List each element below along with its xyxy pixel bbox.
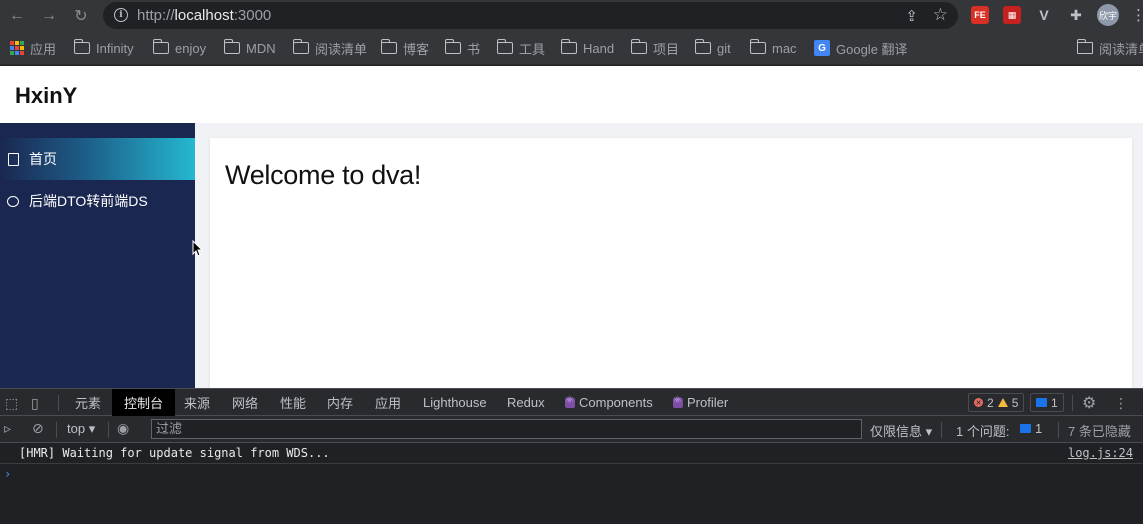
page-title: Welcome to dva! [225, 160, 422, 190]
log-levels-select[interactable]: 仅限信息 ▾ [870, 421, 932, 440]
browser-toolbar: ← → ↻ i http://localhost:3000 ⇪ ☆ FE ▦ V… [0, 0, 1143, 31]
message-counter[interactable]: 1 [1030, 393, 1064, 412]
console-filter-input[interactable]: 过滤 [151, 419, 862, 439]
extensions-puzzle-icon[interactable]: ✚ [1067, 6, 1085, 24]
hidden-count: 7 条已隐藏 [1068, 424, 1131, 439]
address-bar[interactable]: i http://localhost:3000 ⇪ ☆ [103, 2, 958, 29]
content-card: Welcome to dva! [210, 138, 1132, 388]
bookmark-google-translate[interactable]: G Google 翻译 [814, 39, 908, 57]
react-icon [673, 395, 683, 408]
mouse-cursor-icon [192, 240, 204, 257]
devtools-menu-icon[interactable]: ⋮ [1114, 395, 1128, 412]
inspect-element-icon[interactable]: ⬚ [5, 395, 18, 412]
back-icon[interactable]: ← [6, 5, 28, 27]
issue-counter[interactable]: ✕ 2 5 [968, 393, 1025, 412]
sidebar-item-home[interactable]: 首页 [0, 138, 195, 180]
tab-network[interactable]: 网络 [220, 389, 270, 416]
folder-icon [749, 39, 766, 54]
folder-icon [630, 39, 647, 54]
live-expression-eye-icon[interactable]: ◉ [117, 420, 129, 437]
google-translate-icon: G [814, 40, 830, 56]
reading-list-icon [1076, 39, 1093, 54]
sidebar-item-label: 首页 [29, 151, 57, 167]
reading-list-button[interactable]: 阅读清单 [1076, 39, 1143, 57]
context-select[interactable]: top ▾ [67, 421, 95, 437]
tab-memory[interactable]: 内存 [315, 389, 365, 416]
tab-elements[interactable]: 元素 [63, 389, 113, 416]
console-message-text: [HMR] Waiting for update signal from WDS… [19, 446, 330, 460]
bookmark-reading-list-folder[interactable]: 阅读清单 [292, 39, 367, 57]
folder-icon [292, 39, 309, 54]
console-source-link[interactable]: log.js:24 [1068, 446, 1133, 460]
bookmark-enjoy[interactable]: enjoy [152, 39, 206, 57]
bookmarks-bar: 应用 Infinity enjoy MDN 阅读清单 博客 书 工具 Hand … [0, 31, 1143, 65]
site-info-icon[interactable]: i [114, 8, 128, 22]
error-icon: ✕ [974, 398, 983, 407]
folder-icon [694, 39, 711, 54]
bookmark-git[interactable]: git [694, 39, 731, 57]
console-message: [HMR] Waiting for update signal from WDS… [0, 443, 1143, 464]
bookmark-star-icon[interactable]: ☆ [933, 5, 948, 25]
tab-profiler[interactable]: Profiler [661, 389, 740, 416]
apps-grid-icon [10, 41, 24, 55]
sidebar-item-label: 后端DTO转前端DS [29, 193, 148, 209]
share-icon[interactable]: ⇪ [905, 7, 918, 25]
bookmark-tools[interactable]: 工具 [496, 39, 545, 57]
console-prompt[interactable]: › [4, 467, 11, 481]
message-icon [1020, 424, 1031, 433]
tab-console[interactable]: 控制台 [112, 389, 176, 416]
folder-icon [560, 39, 577, 54]
tab-performance[interactable]: 性能 [268, 389, 318, 416]
tab-lighthouse[interactable]: Lighthouse [411, 389, 499, 416]
react-icon [565, 395, 575, 408]
issues-label[interactable]: 1 个问题: [956, 421, 1009, 440]
brand-logo[interactable]: HxinY [15, 83, 77, 109]
bookmark-book[interactable]: 书 [444, 39, 480, 57]
folder-icon [223, 39, 240, 54]
chrome-menu-icon[interactable]: ⋮ [1131, 6, 1143, 24]
message-icon [1036, 398, 1047, 407]
clear-console-icon[interactable]: ⊘ [32, 420, 44, 437]
bookmark-apps[interactable]: 应用 [10, 39, 56, 57]
profile-avatar[interactable]: 欣宇 [1097, 4, 1119, 26]
bookmark-infinity[interactable]: Infinity [73, 39, 134, 57]
settings-gear-icon[interactable]: ⚙ [1082, 393, 1096, 413]
sidebar-toggle-icon[interactable]: ▹ [4, 420, 11, 437]
image-extension-icon[interactable]: ▦ [1003, 6, 1021, 24]
folder-icon [73, 39, 90, 54]
bookmark-mdn[interactable]: MDN [223, 39, 276, 57]
page-viewport: HxinY 首页 后端DTO转前端DS Welcome to dva! [0, 66, 1143, 388]
sidebar: 首页 后端DTO转前端DS [0, 123, 195, 388]
warning-icon [997, 398, 1008, 407]
tab-redux[interactable]: Redux [495, 389, 557, 416]
console-toolbar: ▹ ⊘ top ▾ ◉ 过滤 仅限信息 ▾ 1 个问题: 1 7 条已隐藏 [0, 416, 1143, 443]
device-toolbar-icon[interactable]: ▯ [31, 395, 39, 412]
devtools-tabbar: ⬚ ▯ 元素 控制台 来源 网络 性能 内存 应用 Lighthouse Red… [0, 388, 1143, 416]
folder-icon [152, 39, 169, 54]
bookmark-project[interactable]: 项目 [630, 39, 679, 57]
console-output: [HMR] Waiting for update signal from WDS… [0, 443, 1143, 524]
fe-extension-icon[interactable]: FE [971, 6, 989, 24]
folder-icon [380, 39, 397, 54]
vue-devtools-icon[interactable]: V [1035, 6, 1053, 24]
url-text[interactable]: http://localhost:3000 [137, 7, 271, 24]
file-icon [7, 152, 19, 166]
forward-icon[interactable]: → [38, 5, 60, 27]
issues-badge[interactable]: 1 [1020, 421, 1042, 436]
folder-icon [444, 39, 461, 54]
message-icon [7, 194, 19, 208]
tab-sources[interactable]: 来源 [172, 389, 222, 416]
folder-icon [496, 39, 513, 54]
reload-icon[interactable]: ↻ [70, 5, 92, 27]
bookmark-mac[interactable]: mac [749, 39, 797, 57]
app-header: HxinY [0, 66, 1143, 123]
sidebar-item-dto-to-ds[interactable]: 后端DTO转前端DS [0, 180, 195, 222]
tab-components[interactable]: Components [553, 389, 665, 416]
bookmark-blog[interactable]: 博客 [380, 39, 429, 57]
tab-application[interactable]: 应用 [363, 389, 413, 416]
bookmark-hand[interactable]: Hand [560, 39, 614, 57]
